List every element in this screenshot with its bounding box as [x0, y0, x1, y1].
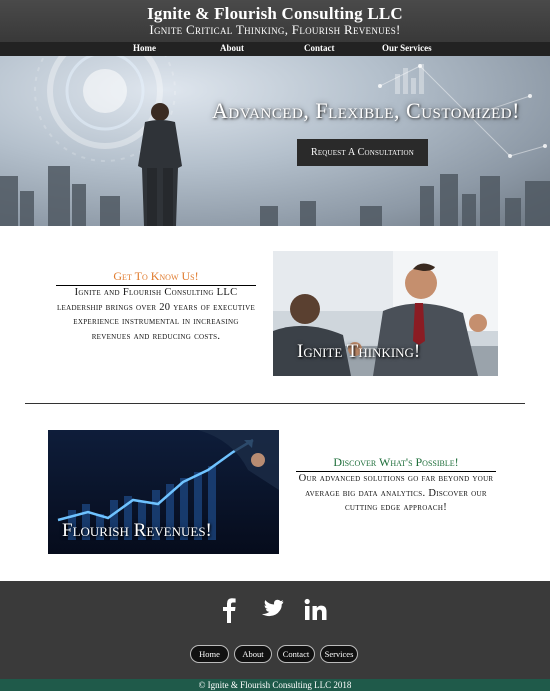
site-header: Ignite & Flourish Consulting LLC Ignite … — [0, 0, 550, 56]
copyright-bar: © Ignite & Flourish Consulting LLC 2018 — [0, 679, 550, 691]
footer-contact-button[interactable]: Contact — [277, 645, 315, 663]
growth-chart-photo: Flourish Revenues! — [48, 430, 279, 554]
footer-services-button[interactable]: Services — [320, 645, 358, 663]
hero-heading: Advanced, Flexible, Customized! — [212, 98, 520, 123]
nav-contact-link[interactable]: Contact — [304, 43, 335, 53]
discover-text: Our advanced solutions go far beyond you… — [298, 473, 494, 513]
linkedin-icon[interactable] — [304, 598, 328, 627]
nav-home-link[interactable]: Home — [133, 43, 156, 53]
request-consultation-button[interactable]: Request A Consultation — [297, 139, 428, 166]
twitter-icon[interactable] — [258, 599, 284, 626]
flourish-caption: Flourish Revenues! — [62, 520, 212, 541]
hero-banner: Advanced, Flexible, Customized! Request … — [0, 56, 550, 226]
nav-services-link[interactable]: Our Services — [382, 43, 432, 53]
handshake-photo: Ignite Thinking! — [273, 251, 498, 376]
section-divider — [25, 403, 525, 404]
discover-title: Discover What's Possible! — [296, 455, 496, 472]
site-footer: Home About Contact Services — [0, 581, 550, 679]
facebook-icon[interactable] — [221, 597, 237, 628]
nav-about-link[interactable]: About — [220, 43, 244, 53]
site-title: Ignite & Flourish Consulting LLC — [147, 4, 403, 23]
footer-home-button[interactable]: Home — [190, 645, 229, 663]
footer-about-button[interactable]: About — [234, 645, 272, 663]
hero-background-image — [0, 56, 550, 226]
about-text: Ignite and Flourish Consulting LLC leade… — [56, 287, 256, 342]
site-tagline: Ignite Critical Thinking, Flourish Reven… — [149, 22, 401, 37]
about-title: Get To Know Us! — [56, 269, 256, 286]
ignite-caption: Ignite Thinking! — [297, 341, 421, 362]
main-nav: Home About Contact Our Services — [0, 42, 550, 56]
